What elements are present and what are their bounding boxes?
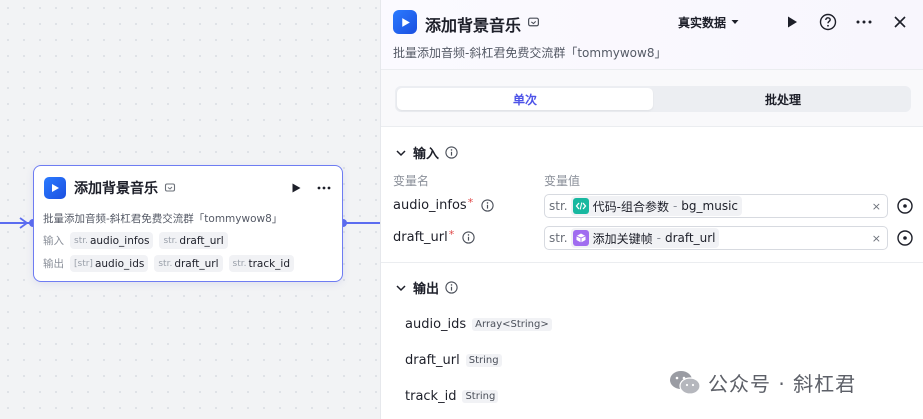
node-output-pill: [str] audio_ids [70, 255, 149, 272]
wechat-icon [670, 370, 701, 395]
column-header-value: 变量值 [544, 174, 581, 188]
ref-node-name: 代码-组合参数 [592, 199, 669, 214]
caret-down-icon [731, 20, 739, 24]
node-input-label: 输入 [43, 235, 64, 247]
more-icon [856, 20, 872, 24]
ref-variable-name: draft_url [664, 231, 716, 245]
workflow-node-add-bg-music[interactable]: 添加背景音乐 批量添加音频-斜杠君免费交流群「tommywow8」 输入 str… [33, 165, 343, 282]
param-name-draft-url: draft_url * [393, 228, 475, 245]
clear-icon[interactable]: × [872, 200, 881, 213]
variable-reference[interactable]: 代码-组合参数 - bg_music [570, 196, 743, 216]
node-more-icon[interactable] [316, 182, 332, 194]
target-icon[interactable] [896, 229, 914, 247]
node-input-pill: str. audio_infos [70, 232, 154, 249]
clear-icon[interactable]: × [872, 232, 881, 245]
output-type-tag: String [465, 354, 502, 367]
run-button[interactable] [782, 12, 802, 32]
node-input-pill: str. draft_url [159, 232, 228, 249]
more-button[interactable] [854, 12, 874, 32]
input-section-header[interactable]: 输入 [395, 143, 458, 162]
output-section-title: 输出 [413, 282, 440, 297]
node-title: 添加背景音乐 [74, 181, 158, 197]
video-app-icon [44, 177, 66, 199]
info-icon[interactable] [462, 231, 475, 244]
node-outputs-row: 输出 [str] audio_ids str. draft_url str. trac… [43, 255, 295, 272]
output-name: audio_ids [405, 317, 467, 332]
close-button[interactable] [890, 12, 910, 32]
node-output-pill: str. track_id [228, 255, 295, 272]
data-mode-label: 真实数据 [677, 15, 726, 30]
ref-separator: - [672, 199, 678, 213]
param-value-draft-url[interactable]: str. 添加关键帧 - draft_url × [544, 226, 888, 250]
code-node-icon [572, 198, 589, 214]
ref-variable-name: bg_music [681, 199, 739, 213]
video-app-icon [393, 10, 417, 34]
panel-description: 批量添加音频-斜杠君免费交流群「tommywow8」 [393, 46, 667, 60]
outgoing-edge [344, 222, 380, 224]
node-run-icon[interactable] [290, 182, 302, 194]
help-button[interactable] [818, 12, 838, 32]
output-item: track_id String [405, 389, 499, 404]
type-label: str. [549, 199, 568, 213]
output-item: audio_ids Array<String> [405, 317, 552, 332]
edge-arrow-icon [19, 217, 29, 229]
play-icon [788, 16, 797, 28]
output-name: draft_url [405, 353, 460, 368]
info-icon[interactable] [445, 281, 458, 294]
param-name-text: draft_url [393, 230, 448, 245]
node-header: 添加背景音乐 [44, 177, 332, 199]
param-value-audio-infos[interactable]: str. 代码-组合参数 - bg_music × [544, 194, 888, 218]
section-divider [381, 262, 923, 263]
panel-title: 添加背景音乐 [425, 16, 522, 35]
output-type-tag: Array<String> [472, 318, 552, 331]
close-icon [894, 16, 906, 28]
target-icon[interactable] [896, 197, 914, 215]
mode-tabs-area: 单次 批处理 [381, 70, 923, 127]
info-icon[interactable] [481, 199, 494, 212]
tab-single[interactable]: 单次 [397, 88, 653, 110]
required-mark: * [448, 228, 455, 241]
param-name-text: audio_infos [393, 198, 467, 213]
help-icon [819, 13, 837, 31]
param-name-audio-infos: audio_infos * [393, 196, 494, 213]
output-item: draft_url String [405, 353, 502, 368]
plugin-tag-icon [528, 17, 539, 27]
required-mark: * [467, 196, 474, 209]
chevron-down-icon [396, 149, 406, 156]
variable-reference[interactable]: 添加关键帧 - draft_url [570, 228, 720, 248]
node-output-label: 输出 [43, 258, 64, 270]
plugin-tag-icon [164, 183, 176, 192]
data-mode-dropdown[interactable]: 真实数据 [678, 14, 740, 31]
panel-header: 添加背景音乐 批量添加音频-斜杠君免费交流群「tommywow8」 真实数据 [381, 0, 923, 70]
keyframe-node-icon [572, 230, 589, 246]
ref-node-name: 添加关键帧 [592, 231, 653, 246]
type-label: str. [549, 231, 568, 245]
node-test-panel: 添加背景音乐 批量添加音频-斜杠君免费交流群「tommywow8」 真实数据 单… [380, 0, 923, 419]
info-icon[interactable] [445, 146, 458, 159]
node-inputs-row: 输入 str. audio_infos str. draft_url [43, 232, 228, 249]
watermark-text: 公众号 · 斜杠君 [708, 372, 857, 396]
watermark: 公众号 · 斜杠君 [668, 368, 856, 397]
ref-separator: - [656, 231, 661, 245]
node-output-pill: str. draft_url [154, 255, 223, 272]
output-section-header[interactable]: 输出 [395, 278, 458, 297]
input-section-title: 输入 [413, 147, 440, 162]
chevron-down-icon [396, 284, 406, 291]
output-name: track_id [405, 389, 457, 404]
mode-tabs: 单次 批处理 [395, 86, 911, 112]
workflow-canvas[interactable]: 添加背景音乐 批量添加音频-斜杠君免费交流群「tommywow8」 输入 str… [0, 0, 380, 419]
tab-batch[interactable]: 批处理 [655, 86, 911, 112]
column-header-name: 变量名 [393, 174, 430, 188]
output-type-tag: String [462, 390, 499, 403]
node-description: 批量添加音频-斜杠君免费交流群「tommywow8」 [43, 213, 283, 225]
